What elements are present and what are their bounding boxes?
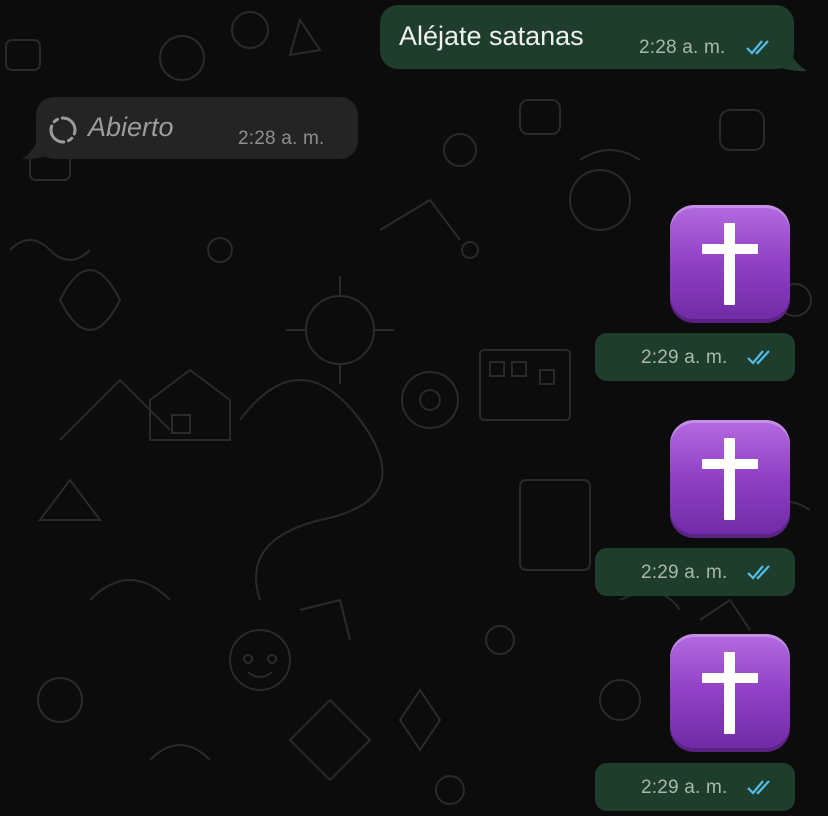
read-double-check-icon (747, 780, 770, 795)
outgoing-time-bubble: 2:29 a. m. (595, 763, 795, 811)
latin-cross-emoji[interactable] (670, 205, 790, 323)
message-time: 2:29 a. m. (641, 562, 728, 583)
read-double-check-icon (747, 350, 770, 365)
message-time: 2:29 a. m. (641, 777, 728, 798)
read-double-check-icon (746, 40, 769, 55)
message-time: 2:28 a. m. (639, 37, 726, 58)
incoming-message-bubble[interactable]: Abierto 2:28 a. m. (36, 97, 358, 159)
read-double-check-icon (747, 565, 770, 580)
outgoing-message-bubble[interactable]: Aléjate satanas 2:28 a. m. (380, 5, 794, 69)
latin-cross-emoji[interactable] (670, 634, 790, 752)
message-text: Abierto (88, 112, 174, 142)
message-text: Aléjate satanas (399, 21, 584, 51)
open-ring-icon (49, 116, 77, 144)
outgoing-time-bubble: 2:29 a. m. (595, 333, 795, 381)
latin-cross-emoji[interactable] (670, 420, 790, 538)
message-time: 2:29 a. m. (641, 347, 728, 368)
message-time: 2:28 a. m. (238, 128, 325, 149)
outgoing-time-bubble: 2:29 a. m. (595, 548, 795, 596)
